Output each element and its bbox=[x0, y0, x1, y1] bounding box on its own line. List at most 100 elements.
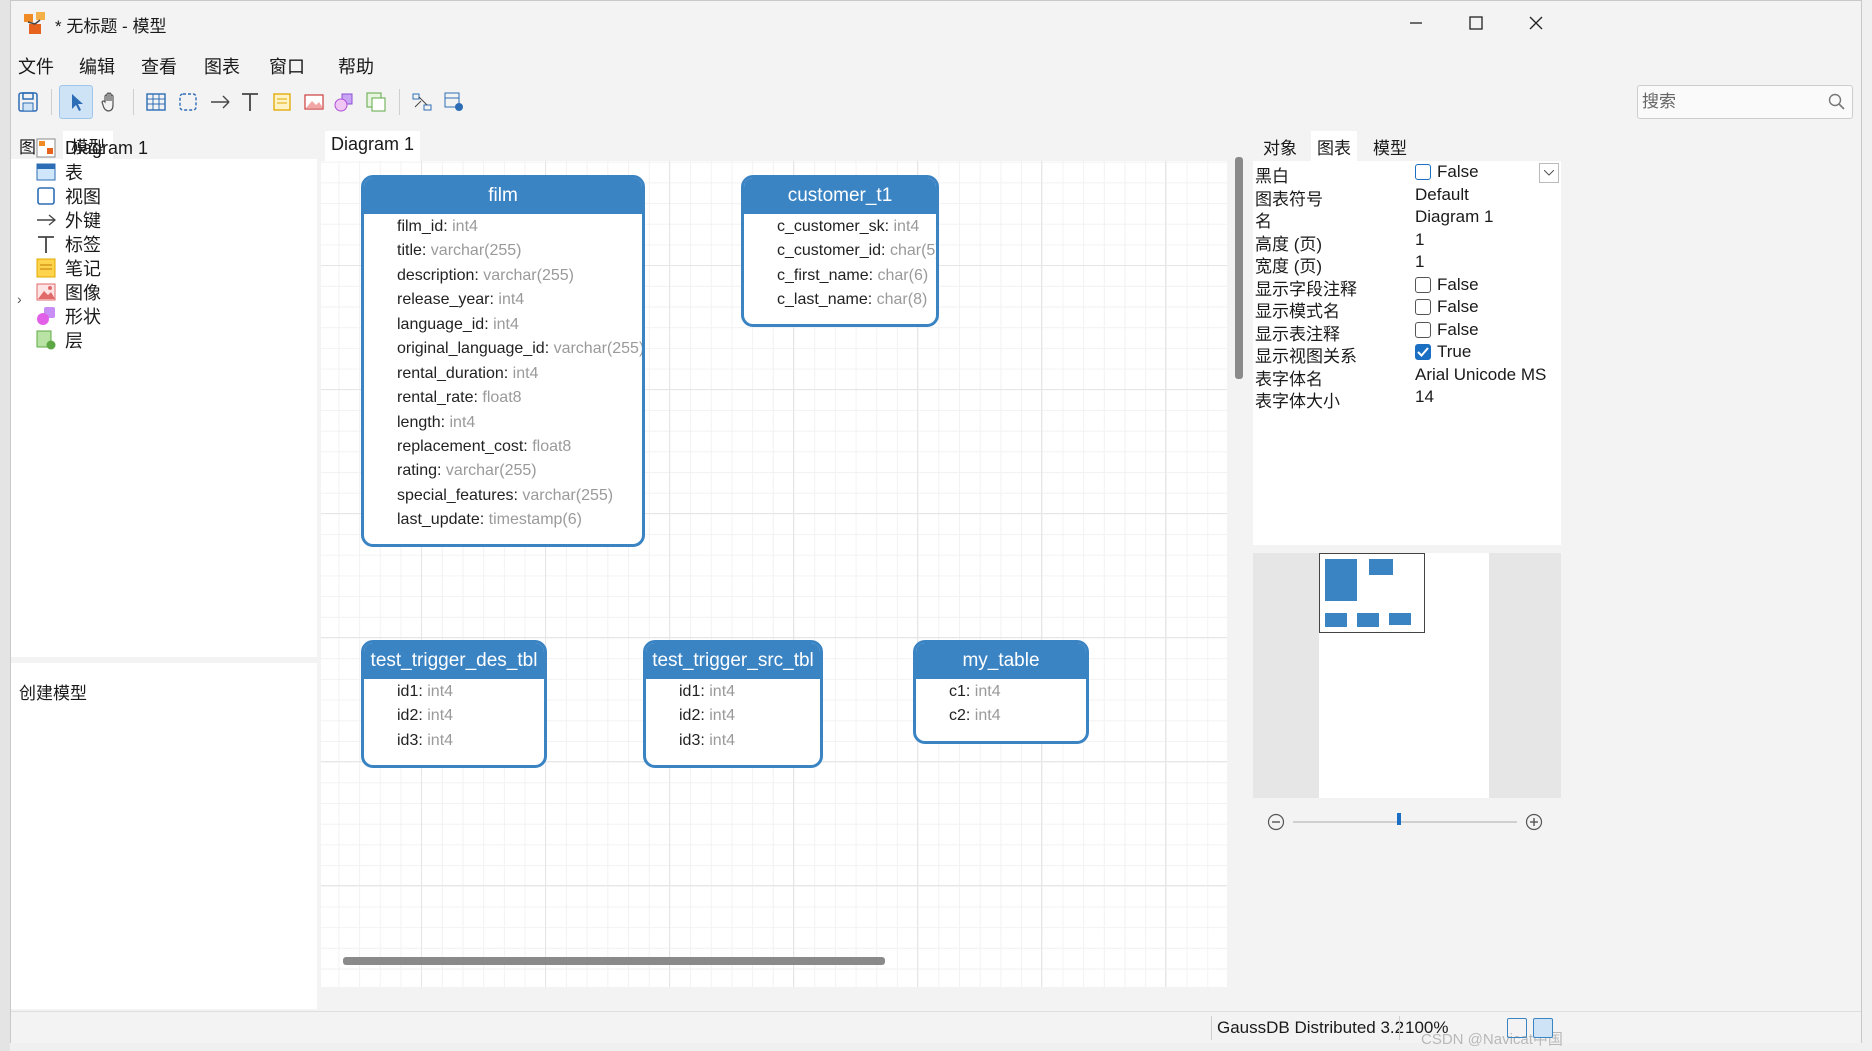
field-row[interactable]: id3: int4 bbox=[679, 732, 735, 750]
horizontal-scrollbar[interactable] bbox=[343, 957, 885, 965]
hand-tool-button[interactable] bbox=[93, 85, 127, 119]
field-row[interactable]: c_customer_sk: int4 bbox=[777, 218, 919, 236]
new-view-button[interactable] bbox=[171, 85, 205, 119]
search-input[interactable] bbox=[1638, 86, 1818, 118]
tree-item-diagram[interactable]: Diagram 1 bbox=[35, 135, 148, 161]
field-row[interactable]: c2: int4 bbox=[949, 707, 1001, 725]
property-row[interactable]: 图表符号 Default bbox=[1253, 184, 1561, 209]
zoom-slider-track[interactable] bbox=[1293, 821, 1517, 823]
entity-test-trigger-des-tbl[interactable]: test_trigger_des_tbl id1: int4 id2: int4… bbox=[361, 640, 547, 768]
property-row[interactable]: 宽度 (页) 1 bbox=[1253, 251, 1561, 276]
tree-item-labels[interactable]: 标签 bbox=[35, 231, 101, 257]
checkbox[interactable] bbox=[1415, 299, 1431, 315]
entity-customer-t1[interactable]: customer_t1 c_customer_sk: int4 c_custom… bbox=[741, 175, 939, 327]
diagram-canvas[interactable]: film film_id: int4 title: varchar(255) d… bbox=[321, 161, 1227, 987]
checkbox[interactable] bbox=[1415, 321, 1431, 338]
property-row[interactable]: 表字体名 Arial Unicode MS bbox=[1253, 364, 1561, 389]
property-row[interactable]: 显示视图关系 True bbox=[1253, 341, 1561, 366]
menu-edit[interactable]: 编辑 bbox=[79, 53, 115, 79]
checkbox[interactable] bbox=[1415, 276, 1431, 293]
entity-film[interactable]: film film_id: int4 title: varchar(255) d… bbox=[361, 175, 645, 547]
tree-item-foreign-keys[interactable]: 外键 bbox=[35, 207, 101, 233]
menu-view[interactable]: 查看 bbox=[141, 53, 177, 79]
search-box[interactable] bbox=[1637, 85, 1853, 119]
save-icon bbox=[18, 92, 38, 112]
field-row[interactable]: replacement_cost: float8 bbox=[397, 438, 571, 456]
field-row[interactable]: release_year: int4 bbox=[397, 291, 524, 309]
tree-item-layers[interactable]: 层 bbox=[35, 327, 83, 353]
diagram-settings-button[interactable] bbox=[437, 85, 471, 119]
split-view-icon[interactable] bbox=[1533, 1018, 1553, 1038]
field-row[interactable]: c_first_name: char(6) bbox=[777, 267, 928, 285]
minimap-viewport-frame[interactable] bbox=[1319, 553, 1425, 633]
tab-object[interactable]: 对象 bbox=[1257, 131, 1303, 161]
search-icon[interactable] bbox=[1828, 93, 1846, 111]
menu-window[interactable]: 窗口 bbox=[269, 53, 305, 79]
vertical-scrollbar[interactable] bbox=[1235, 157, 1243, 379]
field-row[interactable]: c_customer_id: char(5) bbox=[777, 242, 936, 260]
checkbox-checked[interactable] bbox=[1415, 344, 1431, 360]
property-row[interactable]: 高度 (页) 1 bbox=[1253, 229, 1561, 254]
new-shape-button[interactable] bbox=[327, 85, 361, 119]
tree-item-views[interactable]: 视图 bbox=[35, 183, 101, 209]
chevron-right-icon[interactable]: › bbox=[17, 291, 22, 307]
field-row[interactable]: last_update: timestamp(6) bbox=[397, 511, 582, 529]
tree-item-images[interactable]: 图像 bbox=[35, 279, 101, 305]
property-row[interactable]: 表字体大小 14 bbox=[1253, 386, 1561, 411]
zoom-in-icon[interactable] bbox=[1525, 813, 1543, 831]
zoom-out-icon[interactable] bbox=[1267, 813, 1285, 831]
field-row[interactable]: original_language_id: varchar(255) bbox=[397, 340, 642, 358]
field-row[interactable]: film_id: int4 bbox=[397, 218, 478, 236]
overview-minimap[interactable] bbox=[1253, 553, 1561, 798]
menu-diagram[interactable]: 图表 bbox=[204, 53, 240, 79]
property-row[interactable]: 黑白 False bbox=[1253, 161, 1561, 186]
tab-diagram-1[interactable]: Diagram 1 bbox=[325, 131, 421, 161]
tree-item-tables[interactable]: 表 bbox=[35, 159, 83, 185]
field-row[interactable]: description: varchar(255) bbox=[397, 267, 574, 285]
dropdown-button[interactable] bbox=[1539, 163, 1559, 183]
menu-help[interactable]: 帮助 bbox=[338, 53, 374, 79]
field-row[interactable]: title: varchar(255) bbox=[397, 242, 522, 260]
field-row[interactable]: special_features: varchar(255) bbox=[397, 487, 613, 505]
property-row[interactable]: 显示模式名 False bbox=[1253, 296, 1561, 321]
field-row[interactable]: rating: varchar(255) bbox=[397, 462, 537, 480]
property-row[interactable]: 显示表注释 False bbox=[1253, 319, 1561, 344]
entity-test-trigger-src-tbl[interactable]: test_trigger_src_tbl id1: int4 id2: int4… bbox=[643, 640, 823, 768]
checkbox[interactable] bbox=[1415, 164, 1431, 180]
new-image-button[interactable] bbox=[297, 85, 331, 119]
pointer-tool-button[interactable] bbox=[59, 85, 93, 119]
panel-divider[interactable] bbox=[11, 657, 317, 663]
new-note-button[interactable] bbox=[265, 85, 299, 119]
tree-item-shapes[interactable]: 形状 bbox=[35, 303, 101, 329]
new-label-button[interactable] bbox=[233, 85, 267, 119]
tab-model-props[interactable]: 模型 bbox=[1367, 131, 1413, 161]
create-model-label: 创建模型 bbox=[19, 684, 87, 703]
field-row[interactable]: id2: int4 bbox=[397, 707, 453, 725]
menu-file[interactable]: 文件 bbox=[18, 53, 54, 79]
field-row[interactable]: c_last_name: char(8) bbox=[777, 291, 927, 309]
property-row[interactable]: 名 Diagram 1 bbox=[1253, 206, 1561, 231]
field-row[interactable]: c1: int4 bbox=[949, 683, 1001, 701]
field-row[interactable]: language_id: int4 bbox=[397, 316, 519, 334]
field-row[interactable]: id2: int4 bbox=[679, 707, 735, 725]
entity-my-table[interactable]: my_table c1: int4 c2: int4 bbox=[913, 640, 1089, 744]
new-table-button[interactable] bbox=[139, 85, 173, 119]
tab-diagram-props[interactable]: 图表 bbox=[1311, 131, 1357, 161]
single-page-view-icon[interactable] bbox=[1507, 1018, 1527, 1038]
zoom-slider-thumb[interactable] bbox=[1397, 813, 1401, 825]
status-bar: GaussDB Distributed 3.2 100% CSDN @Navic… bbox=[11, 1011, 1861, 1048]
property-row[interactable]: 显示字段注释 False bbox=[1253, 274, 1561, 299]
field-row[interactable]: id1: int4 bbox=[679, 683, 735, 701]
new-foreign-key-button[interactable] bbox=[203, 85, 237, 119]
field-row[interactable]: rental_rate: float8 bbox=[397, 389, 522, 407]
tree-item-notes[interactable]: 笔记 bbox=[35, 255, 101, 281]
tree-item-label: 表 bbox=[65, 163, 83, 183]
new-layer-button[interactable] bbox=[359, 85, 393, 119]
field-row[interactable]: id3: int4 bbox=[397, 732, 453, 750]
save-button[interactable] bbox=[11, 85, 45, 119]
field-row[interactable]: length: int4 bbox=[397, 414, 475, 432]
field-row[interactable]: id1: int4 bbox=[397, 683, 453, 701]
close-button[interactable] bbox=[1501, 5, 1571, 41]
auto-layout-button[interactable] bbox=[405, 85, 439, 119]
field-row[interactable]: rental_duration: int4 bbox=[397, 365, 538, 383]
